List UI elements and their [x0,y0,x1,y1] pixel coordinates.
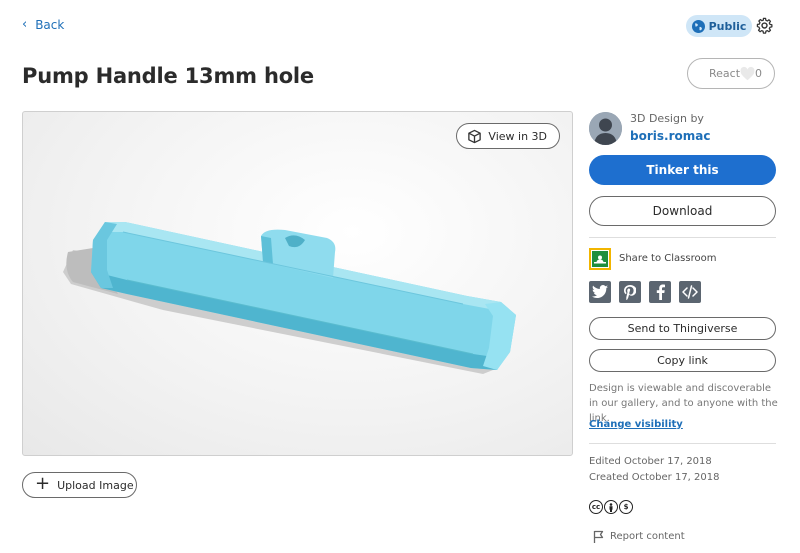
facebook-icon[interactable] [649,281,671,303]
pump-handle-model [63,222,516,374]
google-classroom-icon[interactable] [589,248,611,270]
view-in-3d-label: View in 3D [488,129,547,143]
back-link[interactable]: ‹ Back [22,17,64,32]
react-button[interactable]: React 0 [687,58,775,89]
license-badge[interactable]: cc $ [589,500,633,514]
model-viewer[interactable]: View in 3D [22,111,573,456]
share-to-classroom-label[interactable]: Share to Classroom [619,253,716,264]
react-count: 0 [755,67,762,80]
plus-icon: + [35,473,51,494]
author-link[interactable]: boris.romac [630,129,710,143]
divider [589,443,776,444]
change-visibility-link[interactable]: Change visibility [589,419,683,430]
design-title: Pump Handle 13mm hole [22,64,314,88]
view-in-3d-button[interactable]: View in 3D [456,123,560,149]
divider [589,237,776,238]
copy-link-button[interactable]: Copy link [589,349,776,372]
download-button[interactable]: Download [589,196,776,226]
classroom-figure-icon [594,255,606,264]
visibility-badge[interactable]: Public [686,15,752,37]
report-content-link[interactable]: Report content [593,530,685,543]
cc-icon: cc [589,500,603,514]
twitter-icon[interactable] [589,281,611,303]
design-by-label: 3D Design by [630,112,704,125]
report-content-label: Report content [610,531,685,542]
chevron-left-icon: ‹ [22,17,28,32]
back-label: Back [35,17,65,32]
flag-icon [593,530,604,543]
globe-icon [691,19,705,33]
embed-code-icon[interactable] [679,281,701,303]
tinker-this-button[interactable]: Tinker this [589,155,776,185]
cube-icon [468,129,482,143]
attribution-icon [604,500,618,514]
edited-date: Edited October 17, 2018 [589,456,712,467]
upload-image-label: Upload Image [57,478,134,492]
gear-icon[interactable] [756,17,773,34]
avatar[interactable] [589,112,622,145]
noncommercial-icon: $ [619,500,633,514]
user-avatar-image [589,112,622,145]
visibility-badge-label: Public [708,19,747,33]
react-label: React [709,67,741,80]
pinterest-icon[interactable] [619,281,641,303]
upload-image-button[interactable]: + Upload Image [22,472,137,498]
heart-icon [740,66,755,80]
created-date: Created October 17, 2018 [589,472,720,483]
send-to-thingiverse-button[interactable]: Send to Thingiverse [589,317,776,340]
